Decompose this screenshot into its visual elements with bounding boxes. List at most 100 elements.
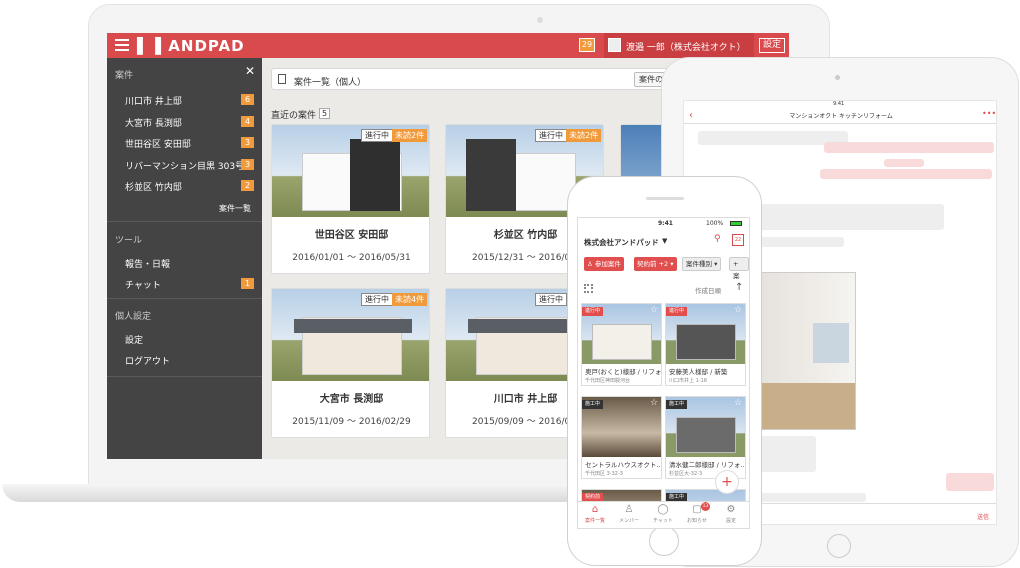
unread-badge: 未読4件 [392, 293, 428, 306]
breadcrumb: 案件一覧（個人） 案件の [271, 68, 694, 90]
avatar [608, 38, 621, 52]
sidebar-section-tools: ツール [115, 236, 143, 246]
project-address: 杉並区大-32-3 [669, 471, 703, 477]
chat-header: マンションオクト キッチンリフォーム [684, 110, 996, 124]
recent-projects-count: 5 [319, 108, 330, 119]
laptop-camera [537, 17, 543, 23]
chat-icon: ◯ [657, 504, 669, 515]
notification-count[interactable]: 29 [579, 38, 595, 52]
star-icon[interactable]: ☆ [734, 305, 742, 315]
divider [107, 298, 262, 299]
sidebar-item-project[interactable]: 世田谷区 安田邸 [125, 137, 191, 150]
unread-badge: 4 [241, 116, 254, 127]
search-icon[interactable]: ⚲ [714, 234, 721, 244]
settings-button[interactable]: 設定 [759, 38, 786, 53]
status-bar: 9:41 [833, 101, 845, 107]
document-icon [278, 74, 286, 84]
star-icon[interactable]: ☆ [650, 398, 658, 408]
more-icon[interactable]: ••• [982, 109, 996, 118]
brand-logo[interactable]: ▌▐ ANDPAD [137, 37, 245, 55]
sidebar-item-project[interactable]: 川口市 井上邸 [125, 94, 182, 107]
unread-badge: 3 [241, 137, 254, 148]
chat-photo[interactable] [760, 272, 856, 430]
hamburger-menu-icon[interactable] [115, 39, 129, 51]
sidebar-item-settings[interactable]: 設定 [125, 333, 143, 346]
person-icon: ♙ [587, 260, 593, 268]
project-title: 清水健二郎様邸 / リフォ… [669, 461, 745, 469]
project-address: 千代田区神田駿河台 [585, 378, 631, 384]
status-badge: 進行中 [361, 293, 393, 306]
project-name: 大宮市 長渕邸 [319, 394, 384, 405]
star-icon[interactable]: ☆ [650, 305, 658, 315]
user-menu[interactable]: 渡邉 一郎（株式会社オクト） [604, 33, 754, 58]
filter-chip[interactable]: 案件種別 ▾ [682, 257, 722, 271]
sidebar-item-project[interactable]: 杉並区 竹内邸 [125, 180, 182, 193]
chat-message [754, 204, 944, 230]
project-address: 千代田区 3-32-3 [585, 471, 623, 477]
star-icon[interactable]: ☆ [734, 398, 742, 408]
chat-message [754, 237, 844, 247]
phone-speaker [646, 197, 684, 200]
grid-view-icon[interactable] [584, 284, 593, 293]
top-bar: ▌▐ ANDPAD 29 渡邉 一郎（株式会社オクト） 設定 [107, 33, 789, 58]
calendar-icon[interactable]: 22 [732, 234, 744, 246]
project-dates: 2015/11/09 〜 2016/02/29 [292, 417, 411, 427]
unread-badge: 6 [241, 94, 254, 105]
home-icon: ⌂ [591, 504, 599, 515]
sort-arrow-icon[interactable]: ↑ [735, 282, 743, 293]
project-card[interactable]: 進行中 ☆ 奥戸(おくと)様邸 / リフォ… 千代田区神田駿河台 [581, 303, 662, 386]
filter-chip[interactable]: 契約前 +2 ▾ [634, 257, 677, 271]
project-card[interactable]: 進行中 未読4件 大宮市 長渕邸 2015/11/09 〜 2016/02/29 [271, 288, 430, 438]
gear-icon: ⚙ [726, 504, 736, 515]
tab-bar: ⌂ 案件一覧 ♙ メンバー ◯ チャット ▢ お知らせ 13 ⚙ 設定 [578, 501, 749, 528]
project-card[interactable]: 施工中 ☆ セントラルハウスオクト… 千代田区 3-32-3 [581, 396, 662, 479]
phone-screen: 9:41 100% 株式会社アンドパッド ▼ ⚲ 22 ♙ 参加案件 契約前 +… [577, 217, 750, 529]
chat-message [946, 473, 994, 491]
project-card[interactable]: 進行中 ☆ 安藤美人様邸 / 新築 川口市井上 1-18 [665, 303, 746, 386]
project-list-link[interactable]: 案件一覧 [219, 203, 251, 214]
status-badge: 進行中 [666, 307, 688, 316]
filter-chip[interactable]: ♙ 参加案件 [584, 257, 624, 271]
chat-message [884, 159, 924, 167]
status-bar: 9:41 100% [578, 218, 749, 228]
status-badge: 施工中 [666, 400, 688, 409]
sidebar-section-personal: 個人設定 [115, 312, 152, 322]
add-project-button[interactable]: + [715, 470, 739, 494]
unread-badge: 2 [241, 180, 254, 191]
tab-members[interactable]: ♙ メンバー [612, 504, 646, 524]
sidebar-item-chat[interactable]: チャット [125, 278, 161, 291]
filter-chip[interactable]: + 案 [729, 257, 749, 280]
notification-badge: 13 [701, 502, 710, 511]
page-title: 案件一覧（個人） [294, 78, 367, 88]
send-button[interactable]: 送信 [977, 512, 989, 521]
chat-message [820, 169, 992, 179]
home-button[interactable] [827, 534, 851, 558]
sidebar: 案件 ✕ 川口市 井上邸 6 大宮市 長渕邸 4 世田谷区 安田邸 3 リバーマ… [107, 58, 262, 459]
status-badge: 進行中 [535, 129, 567, 142]
sort-label[interactable]: 作成日順 [695, 285, 721, 295]
sidebar-item-reports[interactable]: 報告・日報 [125, 257, 170, 270]
project-address: 川口市井上 1-18 [669, 378, 707, 384]
unread-badge: 3 [241, 159, 254, 170]
tab-chat[interactable]: ◯ チャット [646, 504, 680, 524]
close-icon[interactable]: ✕ [245, 64, 255, 78]
back-icon[interactable]: ‹ [689, 110, 693, 122]
tab-settings[interactable]: ⚙ 設定 [714, 504, 748, 524]
sidebar-item-logout[interactable]: ログアウト [125, 354, 170, 367]
unread-badge: 1 [241, 278, 254, 289]
battery-icon [730, 221, 742, 226]
status-badge: 進行中 [582, 307, 604, 316]
tab-notifications[interactable]: ▢ お知らせ 13 [680, 502, 714, 524]
project-card[interactable]: 施工中 ☆ 清水健二郎様邸 / リフォ… 杉並区大-32-3 [665, 396, 746, 479]
home-button[interactable] [649, 526, 679, 556]
status-badge: 進行中 [535, 293, 567, 306]
tablet-camera [835, 75, 840, 80]
company-selector[interactable]: 株式会社アンドパッド [584, 237, 659, 248]
project-card[interactable]: 進行中 未読2件 世田谷区 安田邸 2016/01/01 〜 2016/05/3… [271, 124, 430, 274]
sidebar-item-project[interactable]: 大宮市 長渕邸 [125, 116, 182, 129]
divider [107, 376, 262, 377]
caret-down-icon[interactable]: ▼ [662, 237, 667, 245]
sidebar-item-project[interactable]: リバーマンション目黒 303号… [125, 159, 253, 172]
people-icon: ♙ [624, 504, 634, 515]
tab-projects[interactable]: ⌂ 案件一覧 [578, 504, 612, 524]
